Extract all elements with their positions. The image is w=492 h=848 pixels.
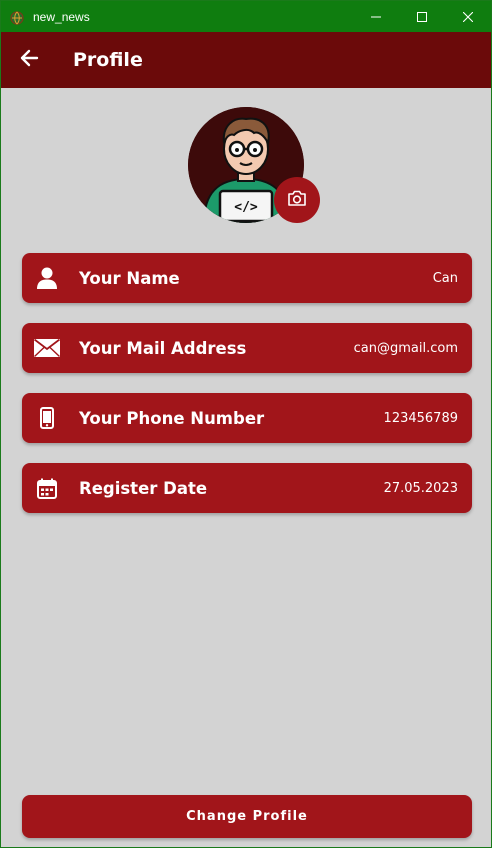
register-date-value: 27.05.2023: [383, 480, 458, 496]
back-button[interactable]: [1, 32, 57, 88]
phone-label: Your Phone Number: [79, 408, 265, 428]
calendar-icon: [22, 463, 72, 513]
name-label: Your Name: [79, 268, 180, 288]
camera-icon: [287, 189, 307, 211]
app-bar: Profile: [1, 32, 491, 88]
mail-label: Your Mail Address: [79, 338, 247, 358]
maximize-button[interactable]: [399, 1, 445, 32]
person-icon: [22, 253, 72, 303]
phone-icon: [22, 393, 72, 443]
svg-text:</>: </>: [234, 200, 258, 215]
page-title: Profile: [73, 49, 143, 71]
minimize-button[interactable]: [353, 1, 399, 32]
register-date-label: Register Date: [79, 478, 208, 498]
arrow-left-icon: [19, 48, 39, 72]
change-photo-button[interactable]: [274, 177, 320, 223]
phone-card[interactable]: Your Phone Number 123456789: [22, 393, 472, 443]
mail-icon: [22, 323, 72, 373]
app-window: new_news Profile </> Your Name Can Your …: [0, 0, 492, 848]
maximize-icon: [417, 7, 427, 26]
close-button[interactable]: [445, 1, 491, 32]
window-controls: [353, 1, 491, 32]
change-profile-button[interactable]: Change Profile: [22, 795, 472, 838]
window-title: new_news: [33, 9, 90, 24]
register-date-card[interactable]: Register Date 27.05.2023: [22, 463, 472, 513]
minimize-icon: [371, 7, 381, 26]
mail-value: can@gmail.com: [353, 340, 458, 356]
mail-card[interactable]: Your Mail Address can@gmail.com: [22, 323, 472, 373]
close-icon: [462, 7, 474, 26]
phone-value: 123456789: [383, 410, 458, 426]
name-card[interactable]: Your Name Can: [22, 253, 472, 303]
name-value: Can: [432, 270, 458, 286]
window-titlebar[interactable]: new_news: [1, 1, 491, 32]
globe-icon: [10, 10, 24, 25]
avatar-container: </>: [188, 107, 320, 225]
